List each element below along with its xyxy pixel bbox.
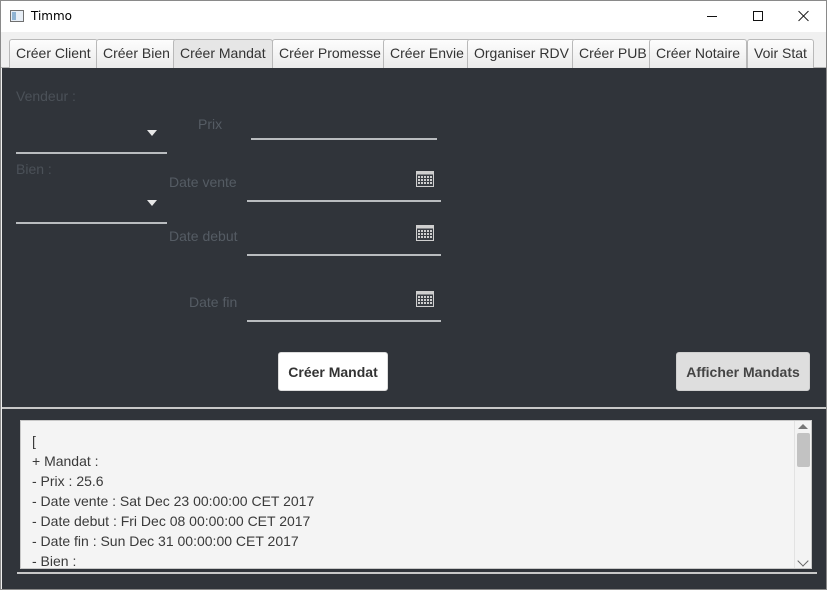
close-button[interactable] <box>781 1 827 31</box>
tab-creer-promesse[interactable]: Créer Promesse <box>272 39 388 68</box>
calendar-icon[interactable] <box>416 291 434 307</box>
prix-underline <box>251 138 437 140</box>
date-debut-label: Date debut <box>169 228 238 244</box>
scroll-down-icon[interactable] <box>797 555 809 567</box>
output-line: - Date debut : Fri Dec 08 00:00:00 CET 2… <box>32 513 311 529</box>
tab-bar: Créer Client Créer Bien Créer Mandat Cré… <box>1 32 826 68</box>
close-icon <box>798 10 810 22</box>
calendar-icon[interactable] <box>416 225 434 241</box>
chevron-down-icon <box>147 200 157 206</box>
output-line: - Prix : 25.6 <box>32 473 104 489</box>
tab-creer-pub[interactable]: Créer PUB <box>572 39 654 68</box>
output-line: - Bien : <box>32 553 77 569</box>
tab-organiser-rdv[interactable]: Organiser RDV <box>467 39 576 68</box>
vertical-scrollbar[interactable] <box>794 421 811 568</box>
scrollbar-thumb[interactable] <box>797 433 810 467</box>
window-title: Timmo <box>31 9 73 23</box>
bien-label: Bien : <box>16 161 52 177</box>
tab-creer-envie[interactable]: Créer Envie <box>383 39 471 68</box>
date-fin-picker[interactable] <box>247 282 441 322</box>
minimize-icon <box>707 15 717 17</box>
section-divider <box>2 407 826 409</box>
maximize-button[interactable] <box>735 1 781 31</box>
scroll-up-icon[interactable] <box>798 424 808 429</box>
chevron-down-icon <box>147 130 157 136</box>
app-window: Timmo Créer Client Créer Bien Créer Mand… <box>0 0 827 590</box>
mandats-output-textarea[interactable]: [ + Mandat : - Prix : 25.6 - Date vente … <box>20 420 812 569</box>
date-vente-underline <box>247 200 441 202</box>
bottom-divider <box>17 572 817 574</box>
vendeur-combobox[interactable] <box>16 112 168 154</box>
bien-underline <box>16 222 167 224</box>
prix-label: Prix <box>198 116 223 132</box>
date-debut-picker[interactable] <box>247 216 441 256</box>
vendeur-underline <box>16 152 167 154</box>
tab-creer-mandat[interactable]: Créer Mandat <box>173 39 273 68</box>
calendar-icon[interactable] <box>416 171 434 187</box>
tab-voir-stat[interactable]: Voir Stat <box>747 39 814 68</box>
output-line: - Date vente : Sat Dec 23 00:00:00 CET 2… <box>32 493 315 509</box>
minimize-button[interactable] <box>689 1 735 31</box>
prix-field[interactable] <box>251 112 437 140</box>
maximize-icon <box>753 11 763 21</box>
output-line: [ <box>32 433 36 449</box>
tab-creer-bien[interactable]: Créer Bien <box>96 39 177 68</box>
date-fin-underline <box>247 320 441 322</box>
date-fin-label: Date fin <box>189 294 238 310</box>
date-vente-picker[interactable] <box>247 162 441 202</box>
tab-creer-notaire[interactable]: Créer Notaire <box>649 39 748 68</box>
output-line: - Date fin : Sun Dec 31 00:00:00 CET 201… <box>32 533 299 549</box>
date-vente-label: Date vente <box>169 174 237 190</box>
tab-creer-client[interactable]: Créer Client <box>9 39 98 68</box>
title-bar[interactable]: Timmo <box>1 1 826 32</box>
date-debut-underline <box>247 254 441 256</box>
output-line: + Mandat : <box>32 453 99 469</box>
vendeur-label: Vendeur : <box>16 88 76 104</box>
bien-combobox[interactable] <box>16 182 168 224</box>
app-window-icon <box>10 10 24 22</box>
create-mandat-button[interactable]: Créer Mandat <box>278 352 388 391</box>
show-mandats-button[interactable]: Afficher Mandats <box>676 352 810 391</box>
mandat-form-panel: Vendeur : Bien : Prix Date vente Date de… <box>2 68 826 589</box>
